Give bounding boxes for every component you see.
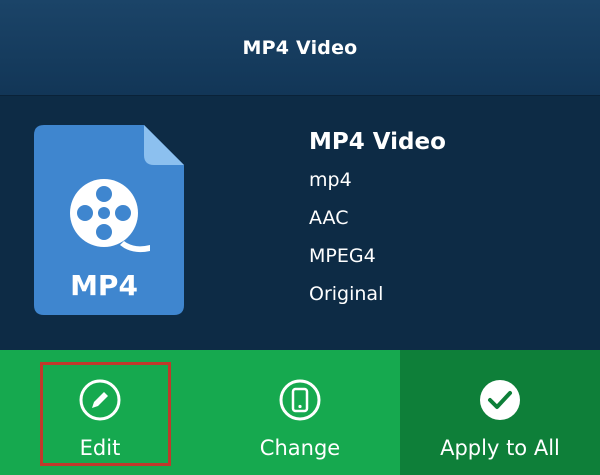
change-button[interactable]: Change	[200, 350, 400, 475]
apply-to-all-label: Apply to All	[440, 436, 560, 460]
phone-circle-icon	[279, 379, 321, 421]
edit-button-label: Edit	[79, 436, 121, 460]
format-details: MP4 Video mp4 AAC MPEG4 Original	[309, 123, 446, 313]
edit-button[interactable]: Edit	[0, 350, 200, 475]
page-title: MP4 Video	[242, 36, 358, 59]
format-panel: MP4 Video MP4 MP4 Video mp4 AAC MPEG4 Or…	[0, 0, 600, 475]
change-button-label: Change	[259, 436, 341, 460]
audio-codec: AAC	[309, 207, 349, 229]
video-codec: MPEG4	[309, 245, 376, 267]
action-bar: Edit Change Apply to All	[0, 350, 600, 475]
mp4-file-icon: MP4	[34, 125, 184, 315]
apply-to-all-button[interactable]: Apply to All	[400, 350, 600, 475]
check-circle-icon	[480, 380, 520, 420]
format-extension: mp4	[309, 169, 352, 191]
resolution: Original	[309, 283, 384, 305]
file-type-label: MP4	[70, 269, 138, 302]
format-title-bar: MP4 Video	[0, 0, 600, 96]
pencil-circle-icon	[79, 379, 121, 421]
format-name: MP4 Video	[309, 129, 446, 155]
